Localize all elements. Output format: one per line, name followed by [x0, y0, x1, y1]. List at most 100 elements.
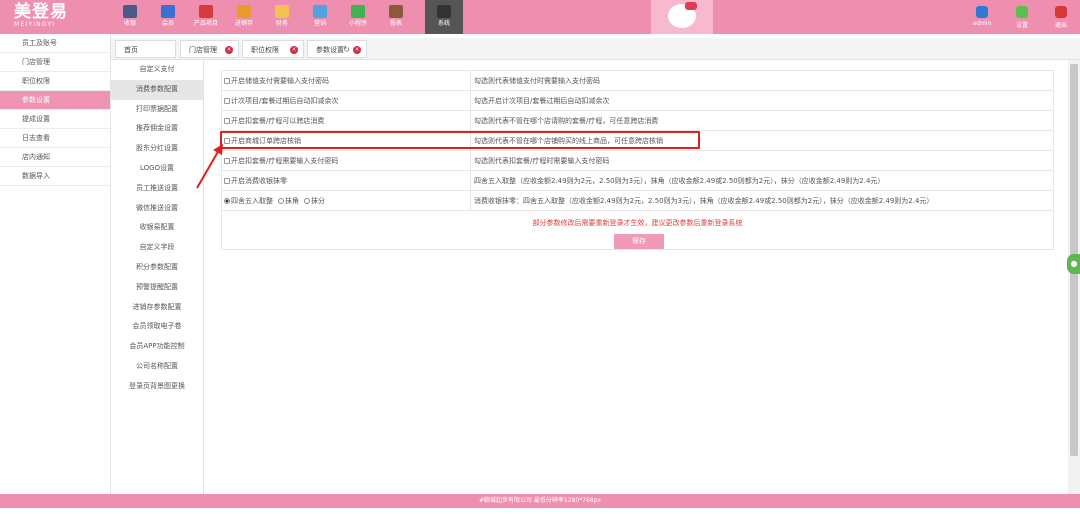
subnav-item[interactable]: 消费参数配置	[111, 79, 203, 100]
subnav-item[interactable]: 自定义支付	[111, 60, 203, 80]
refresh-icon[interactable]: ↻	[343, 41, 350, 59]
sidebar-item[interactable]: 提成设置	[0, 110, 110, 129]
tab-bar: 首页 门店管理 × 职位权限 × 参数设置 × ↻	[111, 38, 1080, 60]
nav-report[interactable]: 报表	[377, 0, 415, 34]
nav-label: 财务	[275, 20, 288, 27]
sidebar-item[interactable]: 参数设置	[0, 91, 110, 110]
logout-icon	[1055, 6, 1067, 18]
rounding-option-label: 抹角	[285, 197, 299, 205]
param-row: 开启储值支付需要输入支付密码 勾选则代表储值支付时需要输入支付密码	[222, 71, 1053, 91]
top-right-label: admin	[972, 20, 992, 27]
param-label: 开启储值支付需要输入支付密码	[231, 77, 329, 85]
nav-finance[interactable]: 财务	[263, 0, 301, 34]
logo: 美登易 MEIYINGYI	[14, 3, 94, 31]
nav-marketing[interactable]: 营销	[301, 0, 339, 34]
subnav-item[interactable]: 预警提醒配置	[111, 278, 203, 298]
subnav-item[interactable]: LOGO设置	[111, 159, 203, 179]
marketing-icon	[313, 5, 327, 18]
param-checkbox[interactable]	[224, 98, 230, 104]
subnav-item[interactable]: 公司名称配置	[111, 357, 203, 377]
param-checkbox[interactable]	[224, 78, 230, 84]
rounding-radio[interactable]	[278, 198, 284, 204]
param-desc: 勾选开启计次项目/套餐过期后自动扣减余次	[474, 97, 610, 105]
rounding-option-label: 四舍五入取整	[231, 197, 273, 205]
nav-label: 会员	[161, 20, 174, 27]
chat-float-button[interactable]: ●	[1067, 254, 1080, 274]
annotation-arrow	[196, 144, 223, 189]
notice-text: 部分参数修改后需要重新登录才生效，建议更改参数后重新登录系统	[532, 219, 743, 227]
subnav-item[interactable]: 进销存参数配置	[111, 298, 203, 318]
subnav-item[interactable]: 员工推送设置	[111, 179, 203, 199]
close-icon[interactable]: ×	[290, 46, 298, 54]
sidebar-item[interactable]: 职位权限	[0, 72, 110, 91]
sidebar: 员工及账号 门店管理 职位权限 参数设置 提成设置 日志查看 店内通知 数据导入	[0, 34, 111, 494]
report-icon	[389, 5, 403, 18]
nav-register[interactable]: 收银	[111, 0, 149, 34]
top-right-settings[interactable]: 设置	[1007, 0, 1037, 34]
param-desc: 勾选则代表扣套餐/疗程时需要输入支付密码	[474, 157, 610, 165]
param-row: 计次项目/套餐过期后自动扣减余次 勾选开启计次项目/套餐过期后自动扣减余次	[222, 91, 1053, 111]
param-desc: 勾选则代表储值支付时需要输入支付密码	[474, 77, 600, 85]
subnav-item[interactable]: 自定义字段	[111, 238, 203, 258]
nav-inventory[interactable]: 进销存	[225, 0, 263, 34]
rounding-row: 四舍五入取整 抹角 抹分 消费收银抹零：四舍五入取整（应收金额2.49则为2元，2.5…	[222, 191, 1053, 211]
tab-0[interactable]: 首页	[115, 40, 176, 58]
rounding-radio[interactable]	[224, 198, 230, 204]
sidebar-item[interactable]: 日志查看	[0, 129, 110, 148]
user-icon	[976, 6, 988, 18]
subnav-item[interactable]: 积分参数配置	[111, 258, 203, 278]
param-label-cell: 计次项目/套餐过期后自动扣减余次	[224, 91, 471, 111]
settings-icon	[1016, 6, 1028, 18]
param-label: 开启扣套餐/疗程可以跨店消费	[231, 117, 325, 125]
subnav-item[interactable]: 会员领取电子卷	[111, 317, 203, 337]
tab-3[interactable]: 参数设置 × ↻	[307, 40, 367, 58]
sidebar-item[interactable]: 员工及账号	[0, 34, 110, 53]
nav-label: 小程序	[348, 20, 367, 27]
param-label-cell: 开启扣套餐/疗程可以跨店消费	[224, 111, 471, 131]
top-right-label: 退出	[1054, 22, 1067, 29]
subnav-item[interactable]: 会员APP功能控制	[111, 337, 203, 357]
rounding-option-label: 抹分	[311, 197, 325, 205]
rounding-radio[interactable]	[304, 198, 310, 204]
subnav-item[interactable]: 打印票据配置	[111, 100, 203, 120]
tab-label: 职位权限	[251, 46, 279, 54]
rounding-options: 四舍五入取整 抹角 抹分	[224, 191, 471, 211]
nav-label: 营销	[313, 20, 326, 27]
subnav-item[interactable]: 股东分红设置	[111, 139, 203, 159]
top-bar: 美登易 MEIYINGYI 收银 会员 产品项目 进销存 财务 营销 小程序 报表 系统 adm…	[0, 0, 1080, 34]
tab-label: 门店管理	[189, 46, 217, 54]
param-row: 开启消费收银抹零 四舍五入取整（应收金额2.49则为2元，2.50则为3元），抹角…	[222, 171, 1053, 191]
subnav-item[interactable]: 微信推送设置	[111, 199, 203, 219]
logo-text: 美登易	[14, 2, 68, 22]
nav-miniprogram[interactable]: 小程序	[339, 0, 377, 34]
param-row: 开启扣套餐/疗程可以跨店消费 勾选则代表不管在哪个店请购的套餐/疗程，可任意跨店消…	[222, 111, 1053, 131]
param-label: 开启消费收银抹零	[231, 177, 287, 185]
subnav-item[interactable]: 登录页背景图更换	[111, 377, 203, 397]
nav-member[interactable]: 会员	[149, 0, 187, 34]
rounding-desc: 消费收银抹零：四舍五入取整（应收金额2.49则为2元，2.50则为3元），抹角（…	[474, 197, 934, 205]
member-icon	[161, 5, 175, 18]
param-desc: 勾选则代表不管在哪个店请购的套餐/疗程，可任意跨店消费	[474, 117, 659, 125]
tab-1[interactable]: 门店管理 ×	[180, 40, 239, 58]
subnav-item[interactable]: 收银易配置	[111, 218, 203, 238]
close-icon[interactable]: ×	[225, 46, 233, 54]
sidebar-item[interactable]: 门店管理	[0, 53, 110, 72]
save-button[interactable]: 保存	[614, 234, 664, 249]
sidebar-item[interactable]: 店内通知	[0, 148, 110, 167]
nav-product[interactable]: 产品项目	[187, 0, 225, 34]
sidebar-item[interactable]: 数据导入	[0, 167, 110, 186]
tab-2[interactable]: 职位权限 ×	[242, 40, 304, 58]
param-label: 计次项目/套餐过期后自动扣减余次	[231, 97, 339, 105]
param-row: 开启扣套餐/疗程需要输入支付密码 勾选则代表扣套餐/疗程时需要输入支付密码	[222, 151, 1053, 171]
top-right-label: 设置	[1015, 22, 1028, 29]
top-right-logout[interactable]: 退出	[1046, 0, 1076, 34]
tab-label: 参数设置	[316, 46, 344, 54]
param-checkbox[interactable]	[224, 118, 230, 124]
system-icon	[437, 5, 451, 18]
subnav-item[interactable]: 推荐佣金设置	[111, 119, 203, 139]
nav-system[interactable]: 系统	[425, 0, 463, 34]
nav-label: 系统	[437, 20, 450, 27]
param-desc: 四舍五入取整（应收金额2.49则为2元，2.50则为3元），抹角（应收金额2.4…	[474, 177, 885, 185]
close-icon[interactable]: ×	[353, 46, 361, 54]
top-right-user[interactable]: admin	[967, 0, 997, 34]
